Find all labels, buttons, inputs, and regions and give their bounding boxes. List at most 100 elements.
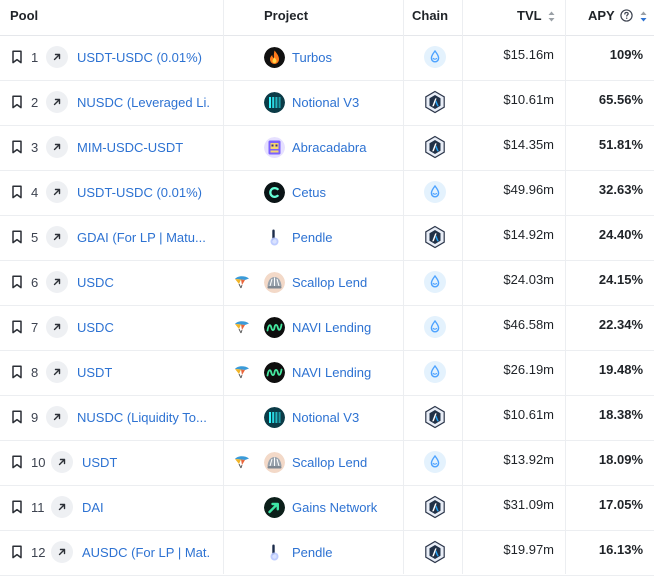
row-rank: 6 (31, 275, 39, 290)
pool-link[interactable]: USDT-USDC (0.01%) (77, 50, 202, 65)
table-row[interactable]: 2 NUSDC (Leveraged Li. Notional V3 $10.61m 6… (0, 80, 654, 126)
table-row[interactable]: 8 USDT NAVI Lending $26.19m 19.48% (0, 350, 654, 396)
bookmark-icon[interactable] (11, 275, 23, 289)
bookmark-icon[interactable] (11, 95, 23, 109)
apy-column-header[interactable]: APY (588, 8, 647, 23)
arbitrum-chain-icon[interactable] (423, 90, 447, 114)
row-rank: 12 (31, 545, 46, 560)
bookmark-icon[interactable] (11, 185, 23, 199)
navi-logo-icon (264, 317, 285, 338)
table-row[interactable]: 10 USDT Scallop Lend $13.92m 18.09% (0, 440, 654, 486)
tvl-value: $10.61m (503, 92, 554, 107)
pool-link[interactable]: NUSDC (Leveraged Li. (77, 95, 210, 110)
arbitrum-chain-icon[interactable] (423, 405, 447, 429)
table-row[interactable]: 11 DAI Gains Network $31.09m 17.05% (0, 485, 654, 531)
notional-logo-icon (264, 92, 285, 113)
sort-arrows-icon (548, 11, 555, 22)
bookmark-icon[interactable] (11, 140, 23, 154)
external-link-icon[interactable] (46, 136, 68, 158)
row-rank: 8 (31, 365, 39, 380)
sui-chain-icon[interactable] (423, 270, 447, 294)
arbitrum-chain-icon[interactable] (423, 540, 447, 564)
external-link-icon[interactable] (46, 181, 68, 203)
pool-link[interactable]: USDC (77, 275, 114, 290)
project-link[interactable]: Gains Network (292, 500, 377, 515)
project-link[interactable]: Notional V3 (292, 410, 359, 425)
bookmark-icon[interactable] (11, 50, 23, 64)
external-link-icon[interactable] (46, 406, 68, 428)
pool-link[interactable]: USDT (77, 365, 112, 380)
airdrop-icon (234, 455, 250, 469)
bookmark-icon[interactable] (11, 455, 23, 469)
project-link[interactable]: Notional V3 (292, 95, 359, 110)
pool-link[interactable]: USDT (82, 455, 117, 470)
chain-column-header[interactable]: Chain (412, 8, 448, 23)
project-link[interactable]: Cetus (292, 185, 326, 200)
gains-logo-icon (264, 497, 285, 518)
turbos-logo-icon (264, 47, 285, 68)
project-link[interactable]: Turbos (292, 50, 332, 65)
arbitrum-chain-icon[interactable] (423, 495, 447, 519)
apy-value: 24.40% (598, 227, 643, 242)
sui-chain-icon[interactable] (423, 45, 447, 69)
table-row[interactable]: 9 NUSDC (Liquidity To... Notional V3 $10.61… (0, 395, 654, 441)
table-row[interactable]: 4 USDT-USDC (0.01%) Cetus $49.96m 32.63% (0, 170, 654, 216)
external-link-icon[interactable] (51, 541, 73, 563)
external-link-icon[interactable] (51, 451, 73, 473)
pool-link[interactable]: AUSDC (For LP | Mat. (82, 545, 210, 560)
project-column-header[interactable]: Project (264, 8, 308, 23)
pendle-logo-icon (264, 542, 285, 563)
project-link[interactable]: Scallop Lend (292, 275, 367, 290)
row-rank: 9 (31, 410, 39, 425)
pool-column-header[interactable]: Pool (10, 8, 38, 23)
pool-link[interactable]: GDAI (For LP | Matu... (77, 230, 206, 245)
project-link[interactable]: NAVI Lending (292, 365, 371, 380)
pool-link[interactable]: DAI (82, 500, 104, 515)
bookmark-icon[interactable] (11, 230, 23, 244)
external-link-icon[interactable] (46, 91, 68, 113)
arbitrum-chain-icon[interactable] (423, 225, 447, 249)
table-row[interactable]: 5 GDAI (For LP | Matu... Pendle $14.92m 24.4… (0, 215, 654, 261)
bookmark-icon[interactable] (11, 320, 23, 334)
table-row[interactable]: 7 USDC NAVI Lending $46.58m 22.34% (0, 305, 654, 351)
external-link-icon[interactable] (51, 496, 73, 518)
pool-link[interactable]: USDT-USDC (0.01%) (77, 185, 202, 200)
sui-chain-icon[interactable] (423, 360, 447, 384)
help-icon[interactable] (620, 9, 633, 22)
sui-chain-icon[interactable] (423, 315, 447, 339)
tvl-value: $46.58m (503, 317, 554, 332)
project-link[interactable]: NAVI Lending (292, 320, 371, 335)
project-link[interactable]: Pendle (292, 545, 332, 560)
table-row[interactable]: 3 MIM-USDC-USDT Abracadabra $14.35m 51.81% (0, 125, 654, 171)
sort-arrows-icon (640, 11, 647, 22)
external-link-icon[interactable] (46, 226, 68, 248)
table-row[interactable]: 12 AUSDC (For LP | Mat. Pendle $19.97m 16.13… (0, 530, 654, 576)
tvl-column-header[interactable]: TVL (517, 8, 555, 23)
pool-link[interactable]: NUSDC (Liquidity To... (77, 410, 207, 425)
apy-value: 24.15% (598, 272, 643, 287)
airdrop-icon (234, 320, 250, 334)
project-link[interactable]: Abracadabra (292, 140, 366, 155)
sui-chain-icon[interactable] (423, 450, 447, 474)
external-link-icon[interactable] (46, 361, 68, 383)
bookmark-icon[interactable] (11, 500, 23, 514)
project-link[interactable]: Pendle (292, 230, 332, 245)
pool-link[interactable]: USDC (77, 320, 114, 335)
external-link-icon[interactable] (46, 271, 68, 293)
table-row[interactable]: 6 USDC Scallop Lend $24.03m 24.15% (0, 260, 654, 306)
external-link-icon[interactable] (46, 46, 68, 68)
pool-link[interactable]: MIM-USDC-USDT (77, 140, 183, 155)
tvl-value: $14.92m (503, 227, 554, 242)
external-link-icon[interactable] (46, 316, 68, 338)
bookmark-icon[interactable] (11, 410, 23, 424)
apy-value: 109% (609, 47, 643, 62)
sui-chain-icon[interactable] (423, 180, 447, 204)
project-link[interactable]: Scallop Lend (292, 455, 367, 470)
bookmark-icon[interactable] (11, 365, 23, 379)
apy-value: 32.63% (598, 182, 643, 197)
tvl-value: $10.61m (503, 407, 554, 422)
row-rank: 10 (31, 455, 46, 470)
bookmark-icon[interactable] (11, 545, 23, 559)
table-row[interactable]: 1 USDT-USDC (0.01%) Turbos $15.16m 109% (0, 35, 654, 81)
arbitrum-chain-icon[interactable] (423, 135, 447, 159)
